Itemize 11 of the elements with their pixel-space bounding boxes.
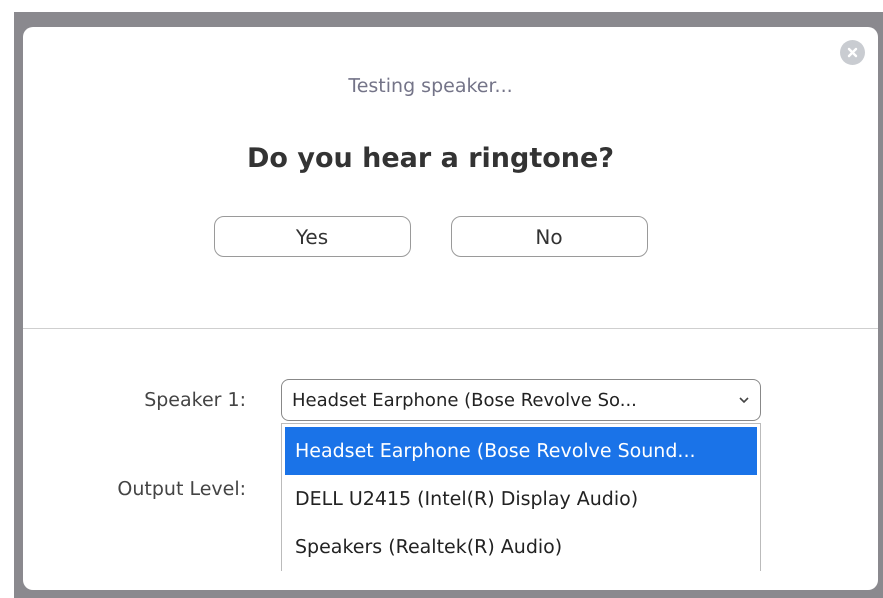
output-level-label: Output Level:: [116, 477, 246, 502]
dropdown-option[interactable]: Headset Earphone (Bose Revolve Sound...: [285, 427, 757, 475]
answer-button[interactable]: Yes: [214, 216, 410, 257]
speaker-label: Speaker 1:: [143, 388, 246, 413]
close-icon[interactable]: [840, 40, 865, 65]
answer-button[interactable]: No: [450, 216, 648, 257]
status-text: Testing speaker...: [347, 74, 514, 99]
dropdown-option[interactable]: Speakers (Realtek(R) Audio): [285, 523, 757, 571]
caret-icon: [738, 396, 750, 404]
question-heading: Do you hear a ringtone?: [246, 142, 615, 176]
dropdown-option[interactable]: DELL U2415 (Intel(R) Display Audio): [285, 475, 757, 523]
